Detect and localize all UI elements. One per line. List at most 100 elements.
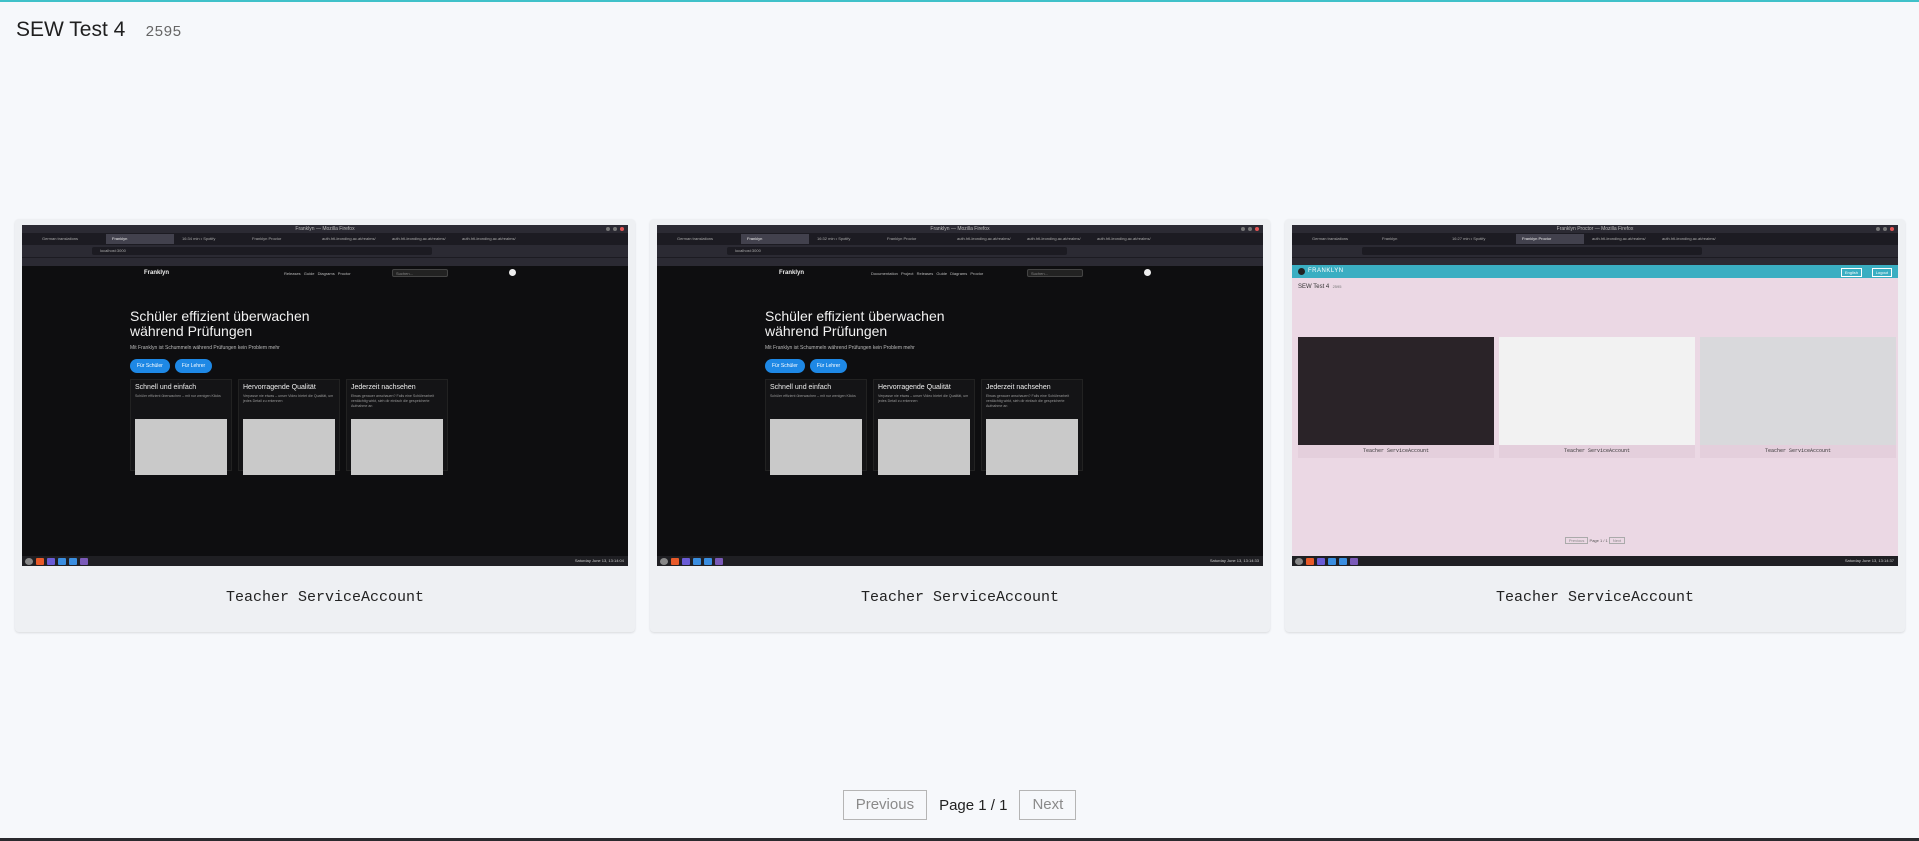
browser-url: localhost:3000	[727, 247, 1067, 255]
feature-card: Hervorragende Qualität Verpasse nie etwa…	[873, 379, 975, 475]
proctor-brand: FRANKLYN	[1308, 268, 1344, 274]
teacher-button: Für Lehrer	[809, 359, 848, 373]
site-search: Suchen...	[392, 269, 448, 277]
browser-tab: 16:27 min • Spotify	[1452, 236, 1486, 241]
language-button: English	[1840, 268, 1862, 277]
pagination: Previous Page 1 / 1 Next	[0, 790, 1919, 820]
hero-heading: Schüler effizient überwachen während Prü…	[130, 308, 310, 339]
browser-tab: auth.htl-leonding.ac.at/realms/	[322, 236, 376, 241]
feature-image	[351, 419, 443, 475]
logout-button: Logout	[1871, 268, 1892, 277]
browser-tab: German translations	[677, 236, 714, 241]
browser-tab: auth.htl-leonding.ac.at/realms/	[957, 236, 1011, 241]
feature-card: Hervorragende Qualität Verpasse nie etwa…	[238, 379, 340, 475]
browser-tab: auth.htl-leonding.ac.at/realms/	[392, 236, 446, 241]
feature-image	[878, 419, 970, 475]
feature-card: Jederzeit nachsehen Etwas genauer anscha…	[981, 379, 1083, 475]
browser-tabs: German translations Franklyn 16:27 min •…	[1292, 233, 1898, 245]
exam-id: 2595	[145, 24, 182, 41]
feature-image	[243, 419, 335, 475]
browser-tab: Franklyn	[106, 234, 174, 244]
browser-tab: Franklyn Proctor	[1516, 234, 1584, 244]
proctor-card: Teacher ServiceAccount	[1700, 337, 1896, 458]
page-title: SEW Test 4	[16, 18, 126, 41]
hero-heading: Schüler effizient überwachen während Prü…	[765, 308, 945, 339]
browser-tab: Franklyn Proctor	[887, 236, 917, 241]
feature-image	[770, 419, 862, 475]
site-nav-links: Documentation Project Releases Guide Dia…	[871, 271, 984, 276]
desktop-taskbar: Saturday June 13, 13:14:33	[657, 556, 1263, 566]
browser-url: localhost:3000	[92, 247, 432, 255]
browser-tab: German translations	[42, 236, 79, 241]
browser-tab: auth.htl-leonding.ac.at/realms/	[1097, 236, 1151, 241]
feature-list: Schnell und einfach Schüler effizient üb…	[765, 379, 1083, 475]
previous-button[interactable]: Previous	[842, 790, 928, 820]
browser-tab: 16:32 min • Spotify	[817, 236, 851, 241]
browser-tab: Franklyn Proctor	[252, 236, 282, 241]
browser-tab: Franklyn	[741, 234, 809, 244]
proctor-card: Teacher ServiceAccount	[1499, 337, 1695, 458]
card-label: Teacher ServiceAccount	[225, 589, 425, 606]
browser-navbar: localhost:3000	[22, 245, 628, 257]
proctor-card: Teacher ServiceAccount	[1298, 337, 1494, 458]
franklyn-logo-icon	[1298, 268, 1305, 275]
feature-image	[986, 419, 1078, 475]
browser-tab: auth.htl-leonding.ac.at/realms/	[1592, 236, 1646, 241]
taskbar-clock: Saturday June 13, 13:14:04	[574, 558, 624, 563]
browser-tab: 16:34 min • Spotify	[182, 236, 216, 241]
site-navbar: Franklyn Releases Guide Diagrams Proctor…	[22, 265, 628, 281]
browser-tabs: German translations Franklyn 16:32 min •…	[657, 233, 1263, 245]
screenshot-thumbnail[interactable]: Franklyn — Mozilla Firefox German transl…	[657, 225, 1263, 566]
screenshot-grid: Franklyn — Mozilla Firefox German transl…	[15, 219, 1905, 632]
browser-titlebar: Franklyn — Mozilla Firefox	[657, 225, 1263, 233]
browser-titlebar: Franklyn — Mozilla Firefox	[22, 225, 628, 233]
card-label: Teacher ServiceAccount	[860, 589, 1060, 606]
feature-list: Schnell und einfach Schüler effizient üb…	[130, 379, 448, 475]
github-icon	[1144, 269, 1151, 276]
window-title: Franklyn — Mozilla Firefox	[295, 226, 355, 232]
site-search: Suchen...	[1027, 269, 1083, 277]
desktop-taskbar: Saturday June 13, 13:14:04	[22, 556, 628, 566]
screenshot-card[interactable]: Franklyn — Mozilla Firefox German transl…	[15, 219, 635, 632]
hero-subtitle: Mit Franklyn ist Schummeln während Prüfu…	[765, 345, 915, 351]
browser-navbar: localhost:3000	[657, 245, 1263, 257]
desktop-taskbar: Saturday June 13, 13:14:37	[1292, 556, 1898, 566]
card-label: Teacher ServiceAccount	[1495, 589, 1695, 606]
page-header: SEW Test 4 2595	[16, 18, 181, 42]
browser-url	[1362, 247, 1702, 255]
browser-tab: German translations	[1312, 236, 1349, 241]
student-button: Für Schüler	[765, 359, 805, 373]
taskbar-clock: Saturday June 13, 13:14:33	[1209, 558, 1259, 563]
top-accent-bar	[0, 0, 1919, 2]
feature-image	[135, 419, 227, 475]
site-nav-links: Releases Guide Diagrams Proctor	[284, 271, 351, 276]
browser-tabs: German translations Franklyn 16:34 min •…	[22, 233, 628, 245]
teacher-button: Für Lehrer	[174, 359, 213, 373]
feature-card: Schnell und einfach Schüler effizient üb…	[130, 379, 232, 475]
browser-titlebar: Franklyn Proctor — Mozilla Firefox	[1292, 225, 1898, 233]
hero-subtitle: Mit Franklyn ist Schummeln während Prüfu…	[130, 345, 280, 351]
screenshot-card[interactable]: Franklyn — Mozilla Firefox German transl…	[650, 219, 1270, 632]
browser-tab: auth.htl-leonding.ac.at/realms/	[1027, 236, 1081, 241]
site-brand: Franklyn	[779, 270, 805, 276]
browser-tab: auth.htl-leonding.ac.at/realms/	[1662, 236, 1716, 241]
taskbar-clock: Saturday June 13, 13:14:37	[1844, 558, 1894, 563]
screenshot-card[interactable]: Franklyn Proctor — Mozilla Firefox Germa…	[1285, 219, 1905, 632]
browser-navbar	[1292, 245, 1898, 257]
proctor-pagination: Previous Page 1 / 1 Next	[1292, 537, 1898, 544]
site-navbar: Franklyn Documentation Project Releases …	[657, 265, 1263, 281]
next-button[interactable]: Next	[1019, 790, 1077, 820]
window-title: Franklyn — Mozilla Firefox	[930, 226, 990, 232]
feature-card: Jederzeit nachsehen Etwas genauer anscha…	[346, 379, 448, 475]
site-brand: Franklyn	[144, 270, 170, 276]
browser-tab: Franklyn	[1382, 236, 1398, 241]
proctor-card-grid: Teacher ServiceAccount Teacher ServiceAc…	[1298, 337, 1896, 458]
window-title: Franklyn Proctor — Mozilla Firefox	[1556, 226, 1634, 232]
proctor-header: FRANKLYN English Logout	[1292, 265, 1898, 278]
page-indicator: Page 1 / 1	[939, 796, 1008, 814]
feature-card: Schnell und einfach Schüler effizient üb…	[765, 379, 867, 475]
browser-tab: auth.htl-leonding.ac.at/realms/	[462, 236, 516, 241]
github-icon	[509, 269, 516, 276]
screenshot-thumbnail[interactable]: Franklyn Proctor — Mozilla Firefox Germa…	[1292, 225, 1898, 566]
screenshot-thumbnail[interactable]: Franklyn — Mozilla Firefox German transl…	[22, 225, 628, 566]
